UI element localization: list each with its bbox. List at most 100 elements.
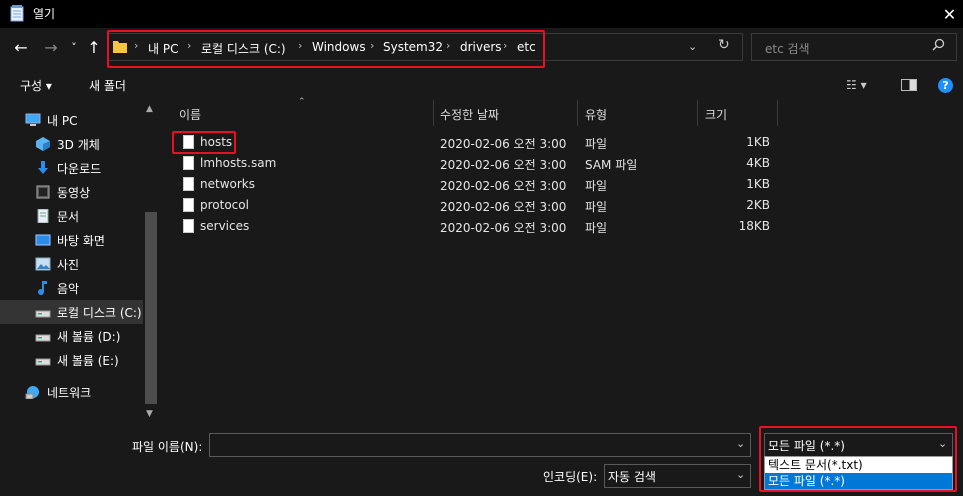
recent-locations-button[interactable]: ˅ [68,36,80,58]
picture-icon [35,257,51,271]
drive-icon [35,353,51,367]
music-icon [35,281,51,296]
sidebar-item-label: 새 볼륨 (E:) [57,353,119,368]
forward-button[interactable]: → [42,36,60,58]
sidebar-item-label: 바탕 화면 [57,233,105,248]
nav-scrollbar-thumb[interactable] [145,212,157,404]
file-size: 1KB [746,177,770,191]
sidebar-item-pc[interactable]: 내 PC [0,108,143,132]
up-button[interactable]: ↑ [86,36,102,58]
file-modified: 2020-02-06 오전 3:00 [440,200,567,214]
encoding-value: 자동 검색 [608,470,656,484]
change-view-button[interactable]: ☷ ▾ [846,78,867,92]
filename-input[interactable] [209,433,751,457]
file-type: 파일 [585,179,608,193]
command-bar [0,70,963,100]
sidebar-item-label: 로컬 디스크 (C:) [57,305,142,320]
file-name: protocol [200,198,249,212]
breadcrumb-separator: › [370,39,375,52]
sidebar-item-drive[interactable]: 새 볼륨 (E:) [0,348,143,372]
sidebar-item-network[interactable]: 네트워크 [0,380,143,404]
sidebar-item-drive[interactable]: 로컬 디스크 (C:) [0,300,143,324]
sidebar-item-label: 내 PC [47,113,78,128]
organize-button[interactable]: 구성 ▾ [20,77,52,94]
title-bar [0,0,963,28]
breadcrumb-windows[interactable]: Windows [312,40,366,54]
file-modified: 2020-02-06 오전 3:00 [440,137,567,151]
back-button[interactable]: ← [12,36,30,58]
sidebar-item-label: 네트워크 [47,385,92,400]
scroll-up-icon[interactable]: ▲ [146,104,153,114]
breadcrumb-system32[interactable]: System32 [383,40,443,54]
column-header-modified[interactable]: 수정한 날짜 [440,106,499,123]
column-divider[interactable] [697,100,698,126]
sidebar-item-label: 3D 개체 [57,137,100,152]
cube-icon [35,137,51,151]
folder-icon [113,39,127,53]
new-folder-button[interactable]: 새 폴더 [89,77,126,94]
file-type: 파일 [585,221,608,235]
breadcrumb-separator: › [187,39,192,52]
chevron-down-icon[interactable]: ⌄ [938,437,947,450]
file-size: 2KB [746,198,770,212]
sidebar-item-music[interactable]: 음악 [0,276,143,300]
sidebar-item-label: 음악 [57,281,80,296]
chevron-down-icon[interactable]: ⌄ [736,468,745,481]
help-icon[interactable]: ? [938,78,953,93]
hosts-highlight-box [172,131,236,154]
file-name: lmhosts.sam [200,156,277,170]
column-header-name[interactable]: 이름 [179,106,201,123]
chevron-down-icon[interactable]: ⌄ [736,437,745,450]
download-icon [35,161,51,175]
filename-label: 파일 이름(N): [132,440,203,454]
video-icon [35,185,51,199]
sidebar-item-label: 문서 [57,209,80,224]
sidebar-item-label: 동영상 [57,185,91,200]
drive-icon [35,329,51,343]
breadcrumb-local-disk[interactable]: 로컬 디스크 (C:) [201,40,286,57]
sidebar-item-download[interactable]: 다운로드 [0,156,143,180]
file-type: 파일 [585,200,608,214]
refresh-icon[interactable]: ↻ [718,37,730,53]
network-icon [25,385,41,400]
file-size: 18KB [738,219,770,233]
column-divider[interactable] [777,100,778,126]
sidebar-item-desktop[interactable]: 바탕 화면 [0,228,143,252]
file-type-option-all[interactable]: 모든 파일 (*.*) [765,473,952,489]
column-divider[interactable] [433,100,434,126]
file-modified: 2020-02-06 오전 3:00 [440,221,567,235]
sidebar-item-document[interactable]: 문서 [0,204,143,228]
drive-icon [35,305,51,319]
file-size: 1KB [746,135,770,149]
file-modified: 2020-02-06 오전 3:00 [440,179,567,193]
window-title: 열기 [33,7,56,21]
column-divider[interactable] [577,100,578,126]
sidebar-item-cube[interactable]: 3D 개체 [0,132,143,156]
sidebar-item-picture[interactable]: 사진 [0,252,143,276]
breadcrumb-etc[interactable]: etc [517,40,536,54]
breadcrumb-drivers[interactable]: drivers [460,40,502,54]
breadcrumb-separator: › [134,39,139,52]
sidebar-item-label: 새 볼륨 (D:) [57,329,121,344]
sidebar-item-video[interactable]: 동영상 [0,180,143,204]
breadcrumb-my-pc[interactable]: 내 PC [148,40,178,57]
sidebar-item-label: 사진 [57,257,80,272]
close-button[interactable]: ✕ [936,0,963,28]
file-modified: 2020-02-06 오전 3:00 [440,158,567,172]
document-icon [35,208,51,224]
sidebar-item-label: 다운로드 [57,161,102,176]
sidebar-item-drive[interactable]: 새 볼륨 (D:) [0,324,143,348]
scroll-down-icon[interactable]: ▼ [146,409,153,419]
file-type: SAM 파일 [585,158,638,172]
column-header-size[interactable]: 크기 [705,106,727,123]
search-icon[interactable] [932,38,945,55]
file-name: services [200,219,250,233]
file-type-option-txt[interactable]: 텍스트 문서(*.txt) [765,457,952,473]
address-dropdown-icon[interactable]: ⌄ [688,40,697,53]
pc-icon [25,113,41,127]
file-type-value: 모든 파일 (*.*) [768,439,845,453]
breadcrumb-separator: › [446,39,451,52]
breadcrumb-separator: › [298,39,303,52]
column-header-type[interactable]: 유형 [585,106,607,123]
preview-pane-icon[interactable] [901,79,917,91]
